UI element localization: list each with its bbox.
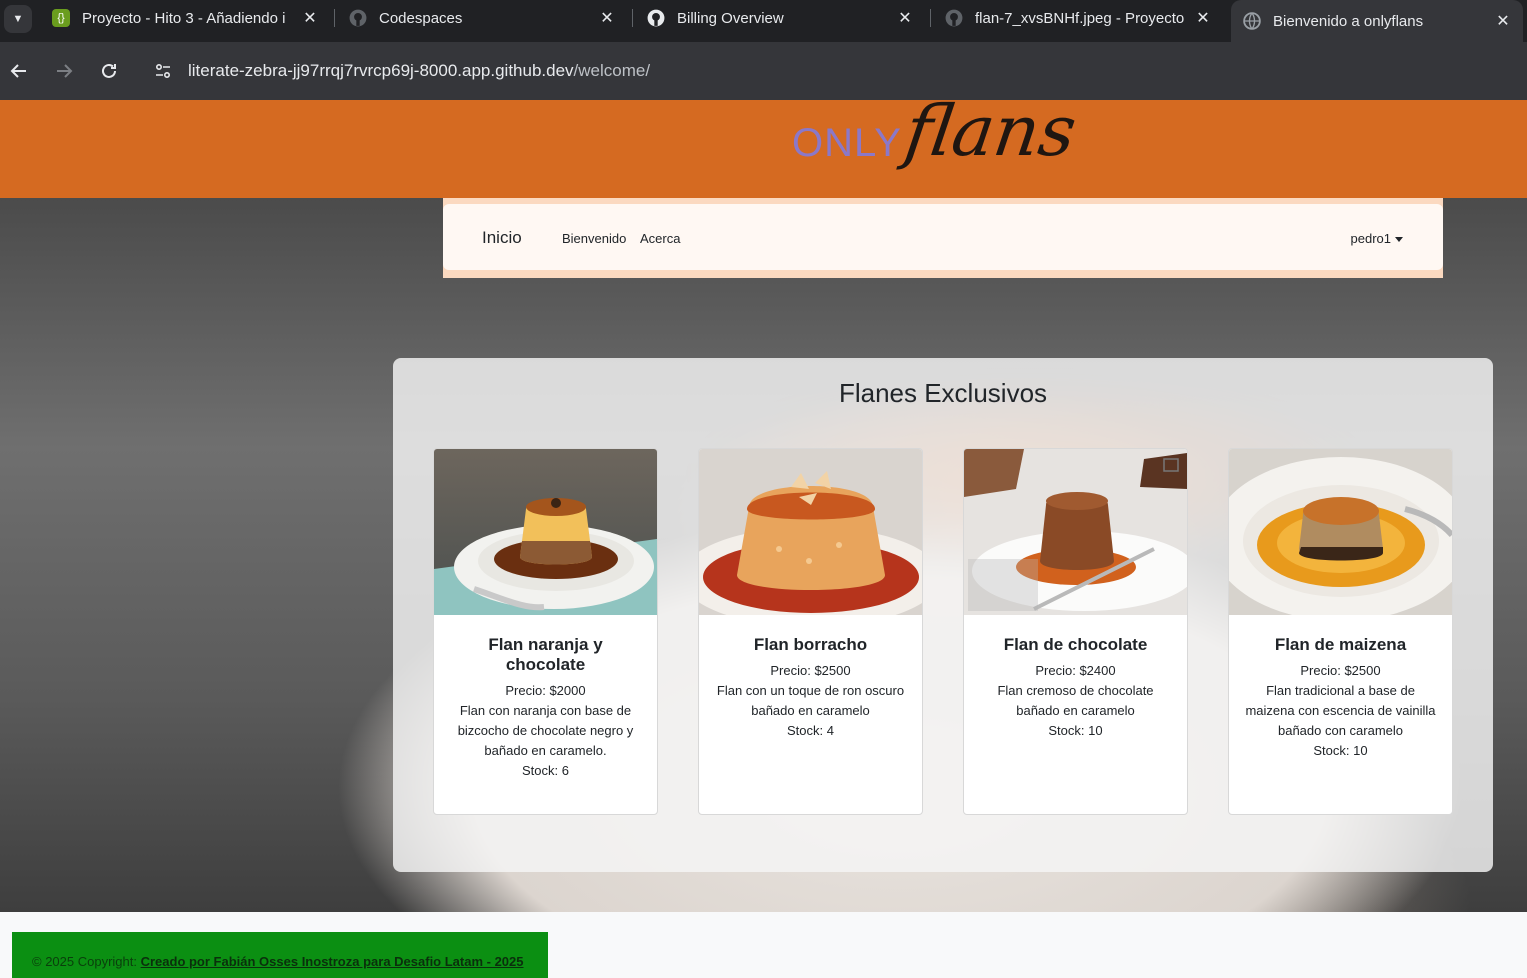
github-icon [349, 9, 367, 27]
logo-only-text: ONLY [792, 121, 902, 165]
tab-title: Billing Overview [677, 9, 784, 27]
card-title: Flan borracho [753, 635, 868, 654]
logo-flans-text: flans [900, 100, 1082, 172]
card-stock: Stock: 6 [522, 763, 569, 778]
tab-title: flan-7_xvsBNHf.jpeg - Proyecto [975, 9, 1185, 27]
onlyflans-logo[interactable]: ONLY flans [792, 100, 1081, 172]
url-text[interactable]: literate-zebra-jj97rrqj7rvrcp69j-8000.ap… [188, 61, 650, 81]
webpage: ONLY flans Inicio Bienvenido Acerca pedr… [0, 100, 1527, 978]
card-description: Flan con un toque de ron oscuro bañado e… [716, 683, 905, 718]
product-card[interactable]: Flan naranja y chocolate Precio: $2000 F… [433, 448, 658, 815]
navbar: Inicio Bienvenido Acerca pedro1 [443, 204, 1443, 270]
tab-title: Proyecto - Hito 3 - Añadiendo i [82, 9, 286, 27]
nav-link-acerca[interactable]: Acerca [640, 231, 680, 246]
product-card[interactable]: Flan de chocolate Precio: $2400 Flan cre… [963, 448, 1188, 815]
browser-tab-strip: ▼ {} Proyecto - Hito 3 - Añadiendo i ✕ C… [0, 0, 1527, 42]
user-name: pedro1 [1350, 231, 1391, 246]
tab-bienvenido-onlyflans[interactable]: Bienvenido a onlyflans ✕ [1231, 0, 1523, 42]
github-icon [945, 9, 963, 27]
card-description: Flan tradicional a base de maizena con e… [1245, 683, 1436, 738]
reload-icon[interactable] [96, 58, 122, 84]
site-info-icon[interactable] [148, 56, 178, 86]
card-body: Flan naranja y chocolate Precio: $2000 F… [434, 615, 657, 781]
omnibox[interactable]: literate-zebra-jj97rrqj7rvrcp69j-8000.ap… [140, 50, 1515, 92]
header-banner: ONLY flans [0, 100, 1527, 198]
address-toolbar: literate-zebra-jj97rrqj7rvrcp69j-8000.ap… [0, 42, 1527, 100]
footer-copyright: © 2025 Copyright: Creado por Fabián Osse… [32, 954, 524, 969]
back-arrow-icon[interactable] [6, 58, 32, 84]
flan-naranja-image [434, 449, 657, 615]
card-body: Flan borracho Precio: $2500 Flan con un … [699, 615, 922, 741]
flan-borracho-image [699, 449, 922, 615]
card-price: Precio: $2500 [770, 663, 851, 678]
tab-flan-jpeg[interactable]: flan-7_xvsBNHf.jpeg - Proyecto ✕ [933, 0, 1223, 36]
tab-title: Bienvenido a onlyflans [1273, 12, 1424, 30]
product-card[interactable]: Flan borracho Precio: $2500 Flan con un … [698, 448, 923, 815]
card-body: Flan de chocolate Precio: $2400 Flan cre… [964, 615, 1187, 741]
card-description: Flan con naranja con base de bizcocho de… [457, 703, 634, 758]
tab-proyecto-hito-3[interactable]: {} Proyecto - Hito 3 - Añadiendo i ✕ [40, 0, 330, 36]
globe-icon [1243, 12, 1261, 30]
user-dropdown[interactable]: pedro1 [1351, 231, 1403, 246]
flan-chocolate-image [964, 449, 1187, 615]
close-tab-icon[interactable]: ✕ [897, 8, 913, 28]
footer: © 2025 Copyright: Creado por Fabián Osse… [12, 932, 548, 978]
close-tab-icon[interactable]: ✕ [1195, 8, 1211, 28]
caret-down-icon [1395, 237, 1403, 243]
brackets-icon: {} [52, 9, 70, 27]
card-stock: Stock: 4 [787, 723, 834, 738]
tab-search-chevron-icon[interactable]: ▼ [4, 5, 32, 33]
navbar-container: Inicio Bienvenido Acerca pedro1 [443, 198, 1443, 278]
close-tab-icon[interactable]: ✕ [599, 8, 615, 28]
tab-separator [632, 9, 633, 27]
footer-prefix: © 2025 Copyright: [32, 954, 141, 969]
card-body: Flan de maizena Precio: $2500 Flan tradi… [1229, 615, 1452, 761]
products-panel: Flanes Exclusivos Flan naranja y chocola… [393, 358, 1493, 872]
product-card[interactable]: Flan de maizena Precio: $2500 Flan tradi… [1228, 448, 1453, 815]
card-description: Flan cremoso de chocolate bañado en cara… [997, 683, 1154, 718]
close-tab-icon[interactable]: ✕ [302, 8, 318, 28]
github-icon [647, 9, 665, 27]
close-tab-icon[interactable]: ✕ [1495, 11, 1511, 31]
tab-codespaces[interactable]: Codespaces ✕ [337, 0, 627, 36]
tab-title: Codespaces [379, 9, 463, 27]
tab-separator [334, 9, 335, 27]
nav-link-bienvenido[interactable]: Bienvenido [562, 231, 626, 246]
forward-arrow-icon[interactable] [51, 58, 77, 84]
card-title: Flan naranja y chocolate [488, 635, 603, 674]
card-stock: Stock: 10 [1048, 723, 1103, 738]
card-price: Precio: $2500 [1300, 663, 1381, 678]
card-stock: Stock: 10 [1313, 743, 1368, 758]
tab-billing-overview[interactable]: Billing Overview ✕ [635, 0, 925, 36]
flan-maizena-image [1229, 449, 1452, 615]
footer-author-link[interactable]: Creado por Fabián Osses Inostroza para D… [141, 954, 524, 969]
nav-brand-inicio[interactable]: Inicio [482, 228, 522, 248]
tab-separator [930, 9, 931, 27]
card-title: Flan de chocolate [1003, 635, 1148, 654]
url-path: /welcome/ [573, 61, 651, 80]
card-price: Precio: $2000 [505, 683, 586, 698]
url-host: literate-zebra-jj97rrqj7rvrcp69j-8000.ap… [188, 61, 574, 80]
page-title: Flanes Exclusivos [838, 378, 1048, 408]
card-title: Flan de maizena [1274, 635, 1407, 654]
card-price: Precio: $2400 [1035, 663, 1116, 678]
